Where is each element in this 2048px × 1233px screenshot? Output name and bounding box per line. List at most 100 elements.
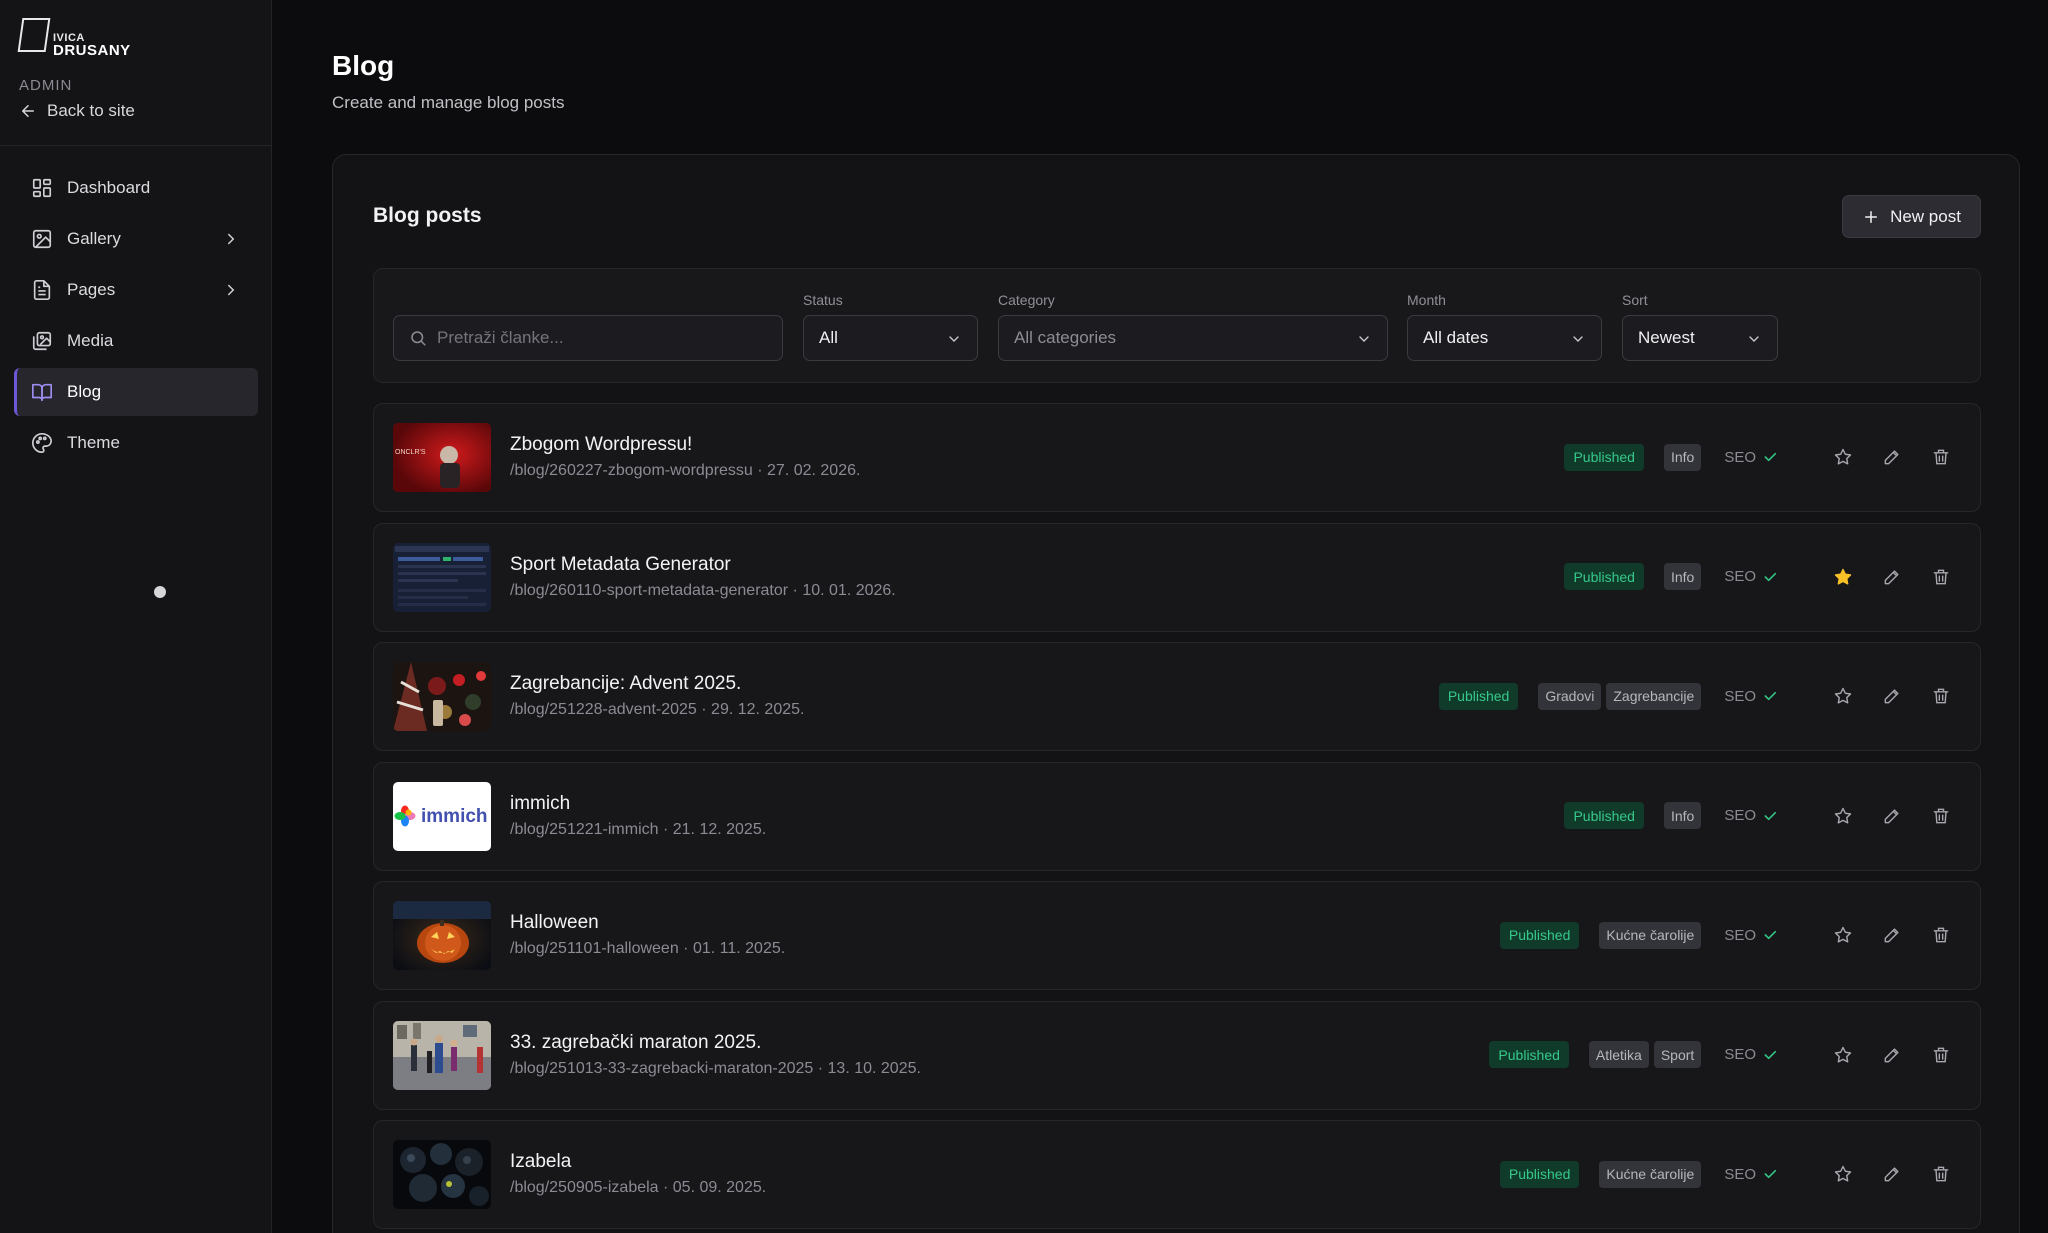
delete-post-button[interactable] [1930, 685, 1952, 707]
sidebar-item-theme[interactable]: Theme [14, 419, 258, 467]
delete-post-button[interactable] [1930, 1044, 1952, 1066]
status-select[interactable]: All [803, 315, 978, 361]
star-icon [1834, 1165, 1852, 1182]
sort-select[interactable]: Newest [1622, 315, 1778, 361]
immich-logo-thumbnail: immich [393, 781, 491, 851]
category-badges: Info [1663, 802, 1702, 829]
chevron-right-icon[interactable] [222, 281, 240, 299]
sidebar-item-blog[interactable]: Blog [14, 368, 258, 416]
feature-star-button[interactable] [1832, 1163, 1854, 1185]
seo-label: SEO [1724, 1046, 1756, 1063]
month-select[interactable]: All dates [1407, 315, 1602, 361]
post-actions: Published Info SEO [1564, 801, 1952, 831]
category-badge: Info [1663, 802, 1702, 829]
star-filled-icon [1834, 568, 1852, 585]
category-select[interactable]: All categories [998, 315, 1388, 361]
post-row: Zagrebancije: Advent 2025. /blog/251228-… [373, 642, 1981, 751]
post-thumbnail[interactable] [393, 1020, 491, 1090]
post-title[interactable]: Halloween [510, 912, 599, 934]
month-select-value: All dates [1423, 328, 1489, 347]
post-thumbnail[interactable] [393, 901, 491, 970]
post-title[interactable]: 33. zagrebački maraton 2025. [510, 1032, 761, 1054]
search-box[interactable] [393, 315, 783, 361]
post-date: 27. 02. 2026. [767, 462, 861, 479]
delete-post-button[interactable] [1930, 566, 1952, 588]
edit-post-button[interactable] [1881, 685, 1903, 707]
feature-star-button[interactable] [1832, 566, 1854, 588]
post-title[interactable]: Zagrebancije: Advent 2025. [510, 673, 741, 695]
edit-post-button[interactable] [1881, 446, 1903, 468]
sidebar: IVICA DRUSANY ADMIN Back to site Dashboa… [0, 0, 272, 1233]
post-slug: /blog/260110-sport-metadata-generator [510, 581, 789, 599]
sidebar-item-media[interactable]: Media [14, 317, 258, 365]
post-row: immich immich /blog/251221-immich · 21. … [373, 761, 1981, 871]
advent-thumbnail-image [393, 662, 491, 731]
card-title: Blog posts [373, 204, 482, 227]
edit-post-button[interactable] [1881, 1163, 1903, 1185]
status-indicator-dot [154, 586, 166, 598]
post-meta: /blog/251228-advent-2025 · 29. 12. 2025. [510, 701, 805, 718]
sidebar-item-label: Media [67, 331, 114, 350]
feature-star-button[interactable] [1832, 446, 1854, 468]
sidebar-nav: Dashboard Gallery Pages Media Blog Theme [14, 164, 258, 470]
chevron-down-icon [1749, 336, 1759, 342]
delete-post-button[interactable] [1930, 446, 1952, 468]
category-select-value: All categories [1014, 328, 1117, 347]
trash-icon [1933, 1166, 1949, 1182]
trash-icon [1933, 688, 1949, 704]
post-date: 10. 01. 2026. [802, 581, 896, 599]
delete-post-button[interactable] [1930, 1163, 1952, 1185]
page-title: Blog [332, 50, 395, 81]
status-badge: Published [1564, 563, 1644, 590]
post-title[interactable]: Izabela [510, 1151, 571, 1173]
feature-star-button[interactable] [1832, 924, 1854, 946]
category-badge: Sport [1653, 1041, 1702, 1068]
post-title[interactable]: Sport Metadata Generator [510, 554, 731, 576]
feature-star-button[interactable] [1832, 685, 1854, 707]
edit-post-button[interactable] [1881, 924, 1903, 946]
trash-icon [1933, 1047, 1949, 1062]
delete-post-button[interactable] [1930, 924, 1952, 946]
back-to-site-link[interactable]: Back to site [19, 101, 135, 121]
post-thumbnail[interactable] [393, 1140, 491, 1209]
category-badge: Zagrebancije [1606, 682, 1702, 710]
post-row: Izabela /blog/250905-izabela · 05. 09. 2… [373, 1120, 1981, 1229]
delete-post-button[interactable] [1930, 805, 1952, 827]
post-actions: Published Gradovi Zagrebancije SEO [1438, 681, 1952, 711]
site-logo[interactable]: IVICA DRUSANY [17, 18, 131, 60]
sort-select-value: Newest [1638, 328, 1695, 347]
edit-post-button[interactable] [1881, 1044, 1903, 1066]
category-badge: Kućne čarolije [1599, 921, 1702, 949]
post-thumbnail[interactable] [393, 662, 491, 731]
feature-star-button[interactable] [1832, 805, 1854, 827]
sidebar-item-label: Dashboard [67, 178, 151, 197]
post-slug: /blog/251101-halloween [510, 940, 679, 957]
new-post-button[interactable]: New post [1842, 195, 1981, 238]
edit-post-button[interactable] [1881, 566, 1903, 588]
edit-post-button[interactable] [1881, 805, 1903, 827]
search-input[interactable] [437, 328, 777, 348]
pencil-icon [1884, 569, 1899, 584]
check-icon [1764, 1169, 1777, 1179]
category-badges: Kućne čarolije [1599, 1160, 1702, 1188]
check-icon [1764, 452, 1777, 462]
post-thumbnail[interactable]: immich [393, 781, 491, 851]
thumbnail-text: ONCLR'S [395, 449, 426, 456]
palette-icon [32, 433, 52, 453]
sidebar-item-dashboard[interactable]: Dashboard [14, 164, 258, 212]
status-badge: Published [1499, 1160, 1580, 1188]
new-post-label: New post [1890, 206, 1961, 226]
sidebar-item-pages[interactable]: Pages [14, 266, 258, 314]
post-title[interactable]: Zbogom Wordpressu! [510, 434, 692, 456]
post-thumbnail[interactable] [393, 542, 491, 612]
post-slug: /blog/260227-zbogom-wordpressu [510, 462, 753, 479]
logo-line-2: DRUSANY [53, 42, 131, 59]
feature-star-button[interactable] [1832, 1044, 1854, 1066]
pencil-icon [1884, 450, 1899, 465]
category-badges: Info [1663, 563, 1702, 590]
post-thumbnail[interactable]: ONCLR'S [393, 423, 491, 492]
post-title[interactable]: immich [510, 793, 570, 815]
sidebar-item-gallery[interactable]: Gallery [14, 215, 258, 263]
chevron-right-icon[interactable] [222, 230, 240, 248]
post-slug: /blog/250905-izabela [510, 1179, 659, 1196]
